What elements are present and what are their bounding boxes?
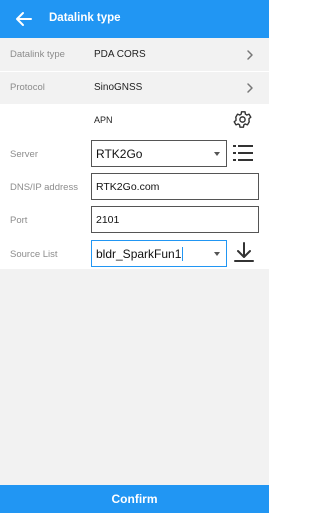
port-value: 2101 xyxy=(96,213,120,226)
page-title: Datalink type xyxy=(49,12,121,24)
datalink-type-row[interactable]: Datalink type PDA CORS xyxy=(0,39,269,71)
port-label: Port xyxy=(10,215,28,226)
apn-label: APN xyxy=(94,115,113,125)
dropdown-arrow-icon xyxy=(214,152,220,156)
server-value: RTK2Go xyxy=(96,146,143,161)
list-icon[interactable] xyxy=(232,142,254,164)
source-list-select[interactable]: bldr_SparkFun1 xyxy=(91,240,227,267)
app-bar: Datalink type xyxy=(0,0,269,38)
datalink-type-label: Datalink type xyxy=(10,49,65,60)
port-input[interactable]: 2101 xyxy=(91,206,259,233)
dns-value: RTK2Go.com xyxy=(96,180,160,193)
server-label: Server xyxy=(10,149,38,160)
protocol-row[interactable]: Protocol SinoGNSS xyxy=(0,72,269,104)
protocol-value: SinoGNSS xyxy=(94,82,143,93)
download-icon[interactable] xyxy=(233,241,255,263)
source-list-value: bldr_SparkFun1 xyxy=(96,246,182,261)
server-select[interactable]: RTK2Go xyxy=(91,140,227,167)
text-cursor xyxy=(182,246,184,261)
gear-icon[interactable] xyxy=(232,109,253,130)
chevron-right-icon xyxy=(247,50,253,60)
chevron-right-icon xyxy=(247,83,253,93)
dns-input[interactable]: RTK2Go.com xyxy=(91,173,259,200)
dns-label: DNS/IP address xyxy=(10,182,78,193)
datalink-type-value: PDA CORS xyxy=(94,49,146,60)
protocol-label: Protocol xyxy=(10,82,45,93)
confirm-button[interactable]: Confirm xyxy=(0,485,269,513)
dropdown-arrow-icon xyxy=(214,252,220,256)
back-arrow-icon[interactable] xyxy=(14,11,32,27)
empty-panel xyxy=(0,269,269,485)
source-list-label: Source List xyxy=(10,249,58,260)
